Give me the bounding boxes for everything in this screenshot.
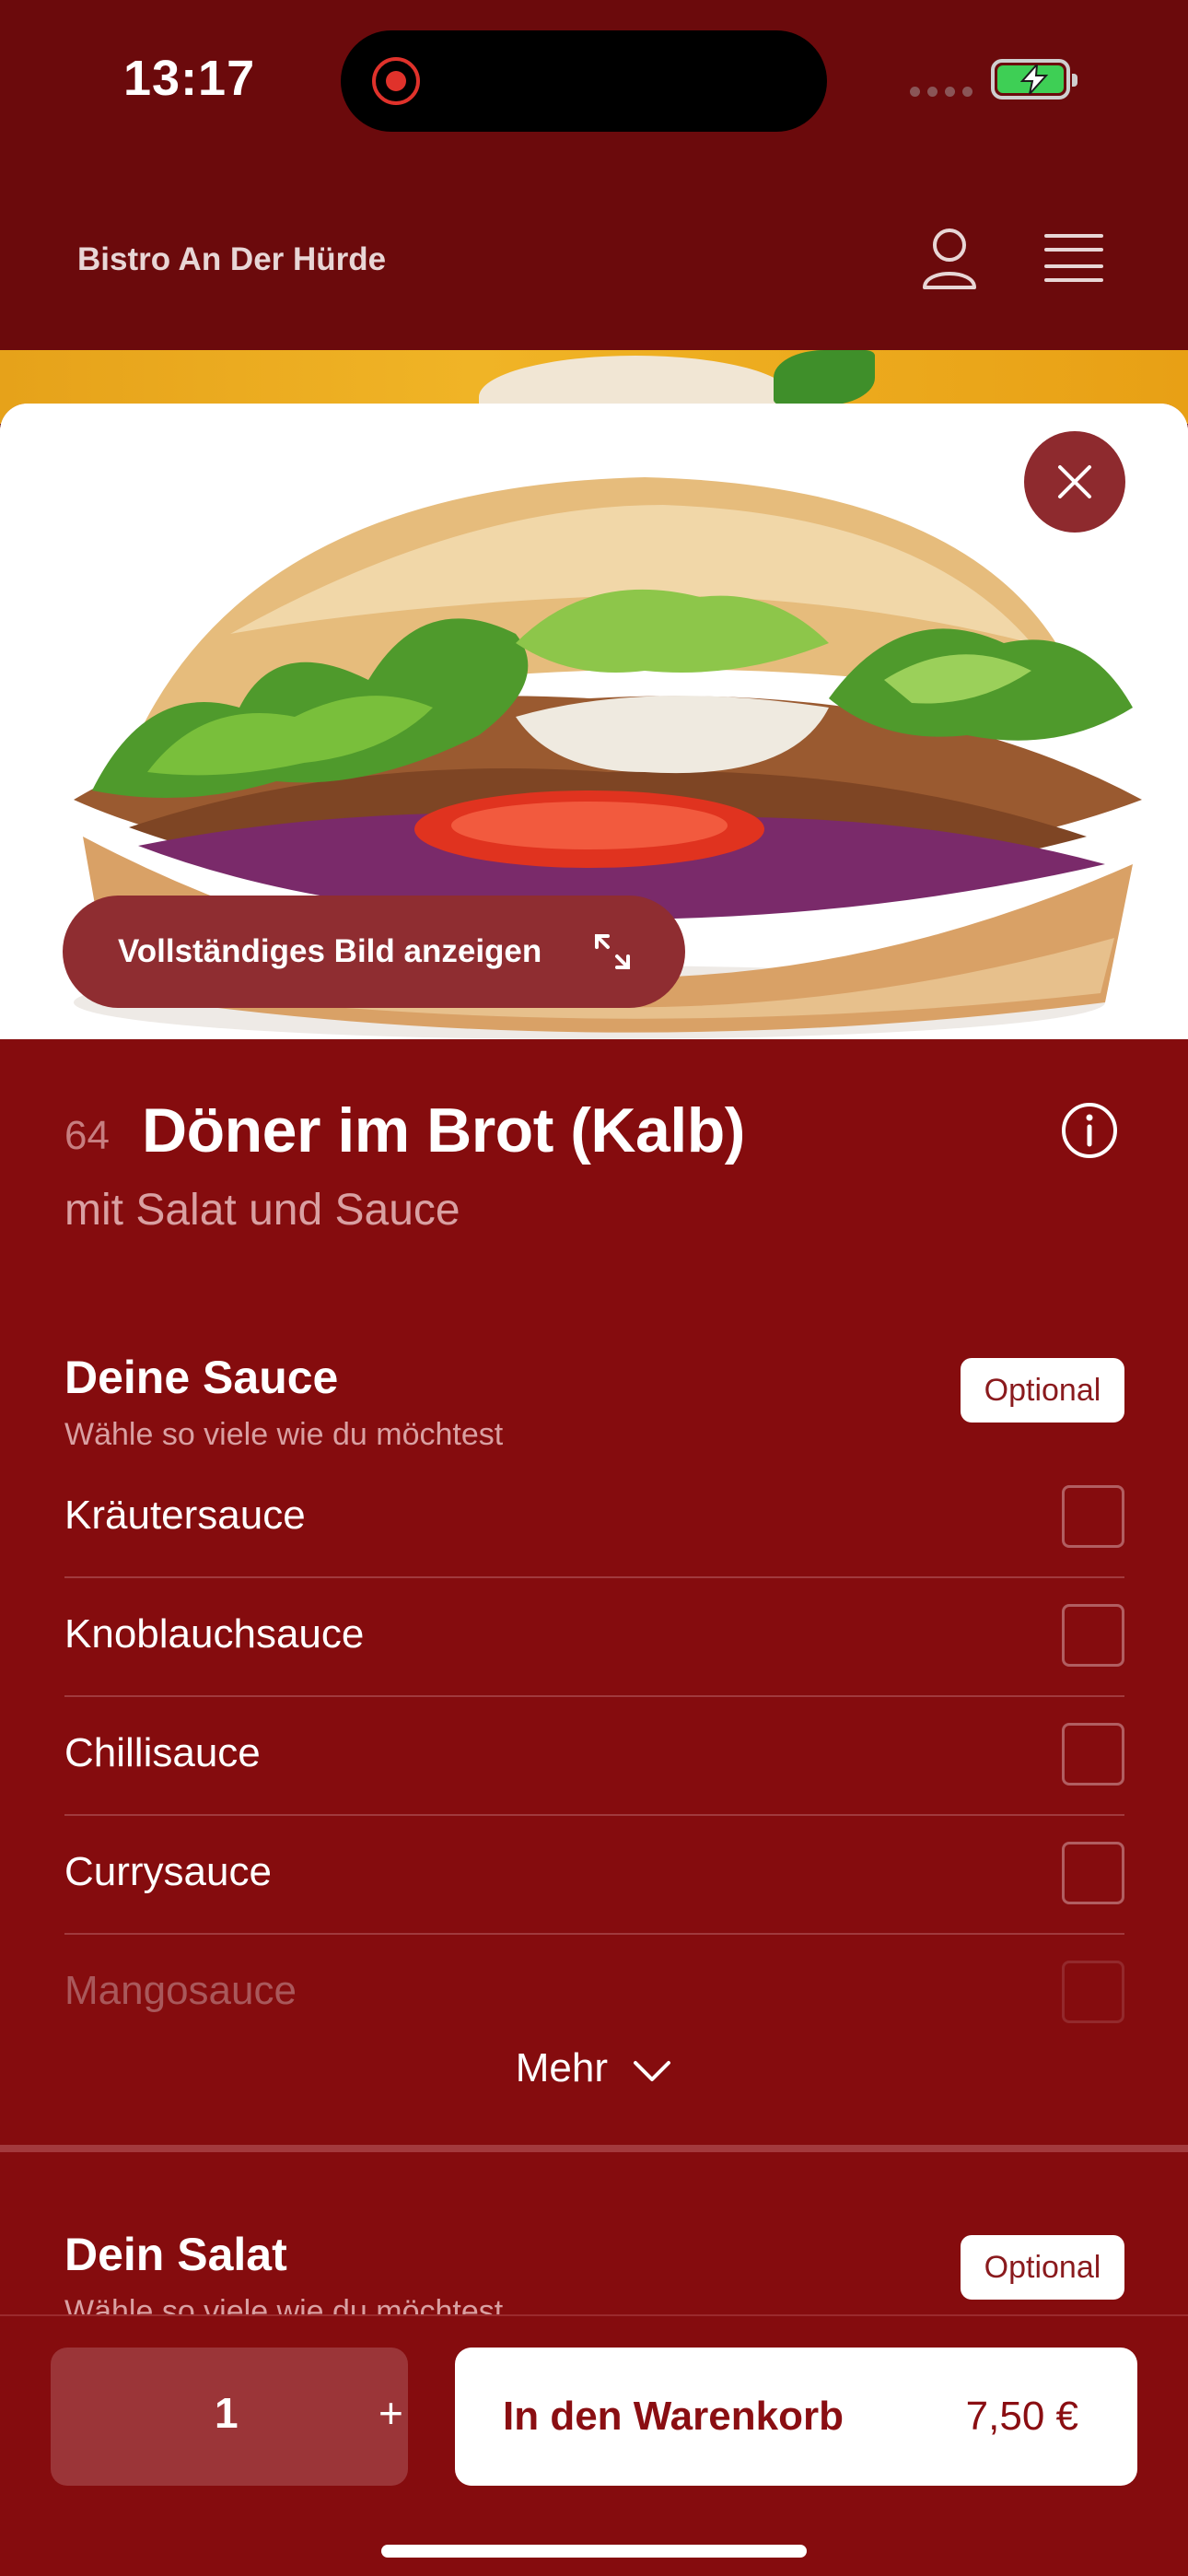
option-chillisauce[interactable]: Chillisauce <box>64 1697 1124 1816</box>
info-icon[interactable] <box>1061 1102 1118 1159</box>
option-kraeutersauce[interactable]: Kräutersauce <box>64 1459 1124 1578</box>
show-full-image-label: Vollständiges Bild anzeigen <box>118 933 542 969</box>
option-label: Currysauce <box>64 1849 272 1894</box>
more-button[interactable]: Mehr <box>0 2045 1188 2091</box>
salad-optional-badge: Optional <box>961 2235 1124 2300</box>
expand-icon <box>595 934 630 969</box>
option-label: Mangosauce <box>64 1968 297 2013</box>
add-to-cart-label: In den Warenkorb <box>503 2394 844 2439</box>
price-label: 7,50 € <box>965 2394 1078 2439</box>
option-checkbox[interactable] <box>1062 1485 1124 1548</box>
menu-icon[interactable] <box>1044 232 1103 284</box>
bottom-action-bar: 1 + In den Warenkorb 7,50 € <box>0 2314 1188 2576</box>
add-to-cart-button[interactable]: In den Warenkorb 7,50 € <box>455 2348 1137 2486</box>
chevron-down-icon <box>634 2061 671 2082</box>
close-icon <box>1058 465 1091 498</box>
sauce-optional-badge: Optional <box>961 1358 1124 1423</box>
status-bar: 13:17 <box>0 0 1188 175</box>
option-checkbox[interactable] <box>1062 1961 1124 2023</box>
product-title: Döner im Brot (Kalb) <box>142 1095 745 1165</box>
option-checkbox[interactable] <box>1062 1723 1124 1786</box>
option-knoblauchsauce[interactable]: Knoblauchsauce <box>64 1578 1124 1697</box>
status-time: 13:17 <box>123 51 256 106</box>
product-photo[interactable]: Vollständiges Bild anzeigen <box>0 404 1188 1039</box>
option-label: Chillisauce <box>64 1730 261 1775</box>
quantity-stepper[interactable]: 1 + <box>51 2348 408 2486</box>
restaurant-name: Bistro An Der Hürde <box>77 241 387 277</box>
option-mangosauce[interactable]: Mangosauce <box>64 1935 1124 2054</box>
section-divider <box>0 2145 1188 2152</box>
option-currysauce[interactable]: Currysauce <box>64 1816 1124 1935</box>
salad-section-title: Dein Salat <box>64 2229 287 2280</box>
close-button[interactable] <box>1024 431 1125 533</box>
option-checkbox[interactable] <box>1062 1842 1124 1904</box>
option-label: Knoblauchsauce <box>64 1611 365 1657</box>
home-indicator[interactable] <box>381 2545 807 2558</box>
recording-icon <box>372 57 420 105</box>
more-label: Mehr <box>515 2045 608 2090</box>
sauce-section-title: Deine Sauce <box>64 1352 339 1403</box>
profile-icon[interactable] <box>921 227 978 291</box>
option-label: Kräutersauce <box>64 1493 306 1538</box>
dynamic-island <box>341 30 827 132</box>
product-number: 64 <box>64 1113 110 1158</box>
quantity-value: 1 <box>215 2389 239 2437</box>
option-checkbox[interactable] <box>1062 1604 1124 1667</box>
product-subtitle: mit Salat und Sauce <box>64 1186 460 1235</box>
product-sheet: Vollständiges Bild anzeigen 64 Döner im … <box>0 404 1188 2576</box>
sauce-section-hint: Wähle so viele wie du möchtest <box>64 1417 504 1452</box>
show-full-image-button[interactable]: Vollständiges Bild anzeigen <box>63 896 685 1008</box>
signal-icon <box>910 87 973 97</box>
increment-button[interactable]: + <box>379 2388 403 2438</box>
battery-icon <box>991 59 1077 100</box>
